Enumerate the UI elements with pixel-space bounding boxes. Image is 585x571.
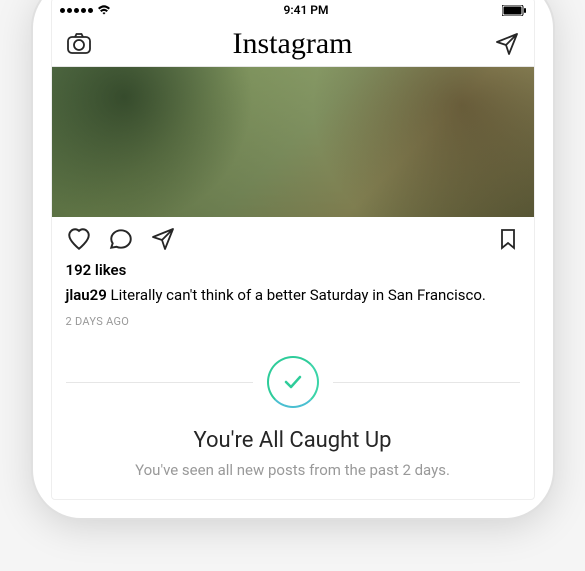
wifi-icon [97,5,111,15]
share-icon[interactable] [150,226,176,252]
status-left [60,5,111,15]
post-caption-text: Literally can't think of a better Saturd… [111,286,486,304]
comment-icon[interactable] [108,226,134,252]
post-image[interactable] [52,67,534,217]
post-timestamp: 2 DAYS AGO [52,311,534,346]
post-actions [52,217,534,261]
nav-bar: Instagram [52,21,534,67]
status-time: 9:41 PM [283,3,328,17]
direct-messages-icon[interactable] [494,31,520,57]
battery-icon [502,5,526,16]
bookmark-icon[interactable] [496,227,520,251]
screen: 9:41 PM Instagram [51,0,535,500]
caught-up-subtitle: You've seen all new posts from the past … [66,461,520,479]
post-caption: jlau29 Literally can't think of a better… [52,285,534,311]
signal-strength-icon [60,8,93,13]
camera-icon[interactable] [66,31,92,57]
checkmark-icon [267,356,319,408]
status-bar: 9:41 PM [52,0,534,21]
status-right [502,5,526,16]
likes-count[interactable]: 192 likes [52,261,534,285]
caught-up-section: You're All Caught Up You've seen all new… [52,346,534,499]
app-logo: Instagram [233,27,353,61]
caught-up-title: You're All Caught Up [66,428,520,453]
phone-frame: 9:41 PM Instagram [33,0,553,518]
caught-up-divider [66,356,520,408]
post-username[interactable]: jlau29 [66,286,107,304]
like-icon[interactable] [66,226,92,252]
